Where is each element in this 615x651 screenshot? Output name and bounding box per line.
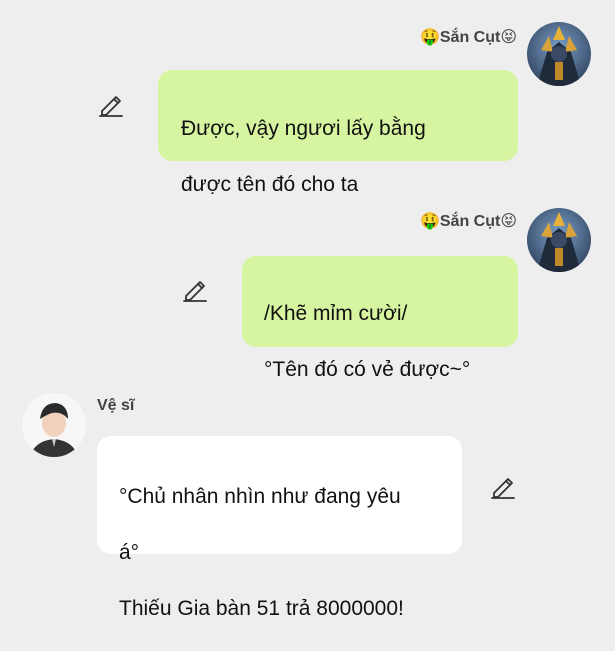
message-line: được tên đó cho ta bbox=[181, 173, 359, 196]
sender-name-text: Vệ sĩ bbox=[97, 397, 135, 414]
edit-icon[interactable] bbox=[490, 474, 516, 500]
sender-name: 🤑Sắn Cụt😝 bbox=[420, 211, 517, 231]
avatar-other[interactable] bbox=[22, 393, 86, 457]
message-line: /Khẽ mỉm cười/ bbox=[264, 302, 408, 325]
message-bubble[interactable]: °Chủ nhân nhìn như đang yêu á° Thiếu Gia… bbox=[97, 436, 462, 620]
message-bubble[interactable]: /Khẽ mỉm cười/ °Tên đó có vẻ được~° bbox=[242, 256, 518, 381]
edit-icon[interactable] bbox=[98, 92, 124, 118]
message-line: °Tên đó có vẻ được~° bbox=[264, 358, 471, 381]
message-line: Được, vậy ngươi lấy bằng bbox=[181, 117, 426, 140]
message-line: á° bbox=[119, 541, 140, 564]
message-line: °Chủ nhân nhìn như đang yêu bbox=[119, 485, 401, 508]
message-bubble[interactable]: Được, vậy ngươi lấy bằng được tên đó cho… bbox=[158, 70, 518, 196]
avatar-sender[interactable] bbox=[527, 208, 591, 272]
sender-name-text: 🤑Sắn Cụt😝 bbox=[419, 213, 517, 230]
message-line: Thiếu Gia bàn 51 trả 8000000! bbox=[119, 597, 404, 620]
sender-name: Vệ sĩ bbox=[97, 397, 134, 415]
avatar-sender[interactable] bbox=[527, 22, 591, 86]
sender-name: 🤑Sắn Cụt😝 bbox=[420, 27, 517, 47]
sender-name-text: 🤑Sắn Cụt😝 bbox=[419, 29, 517, 46]
edit-icon[interactable] bbox=[182, 277, 208, 303]
